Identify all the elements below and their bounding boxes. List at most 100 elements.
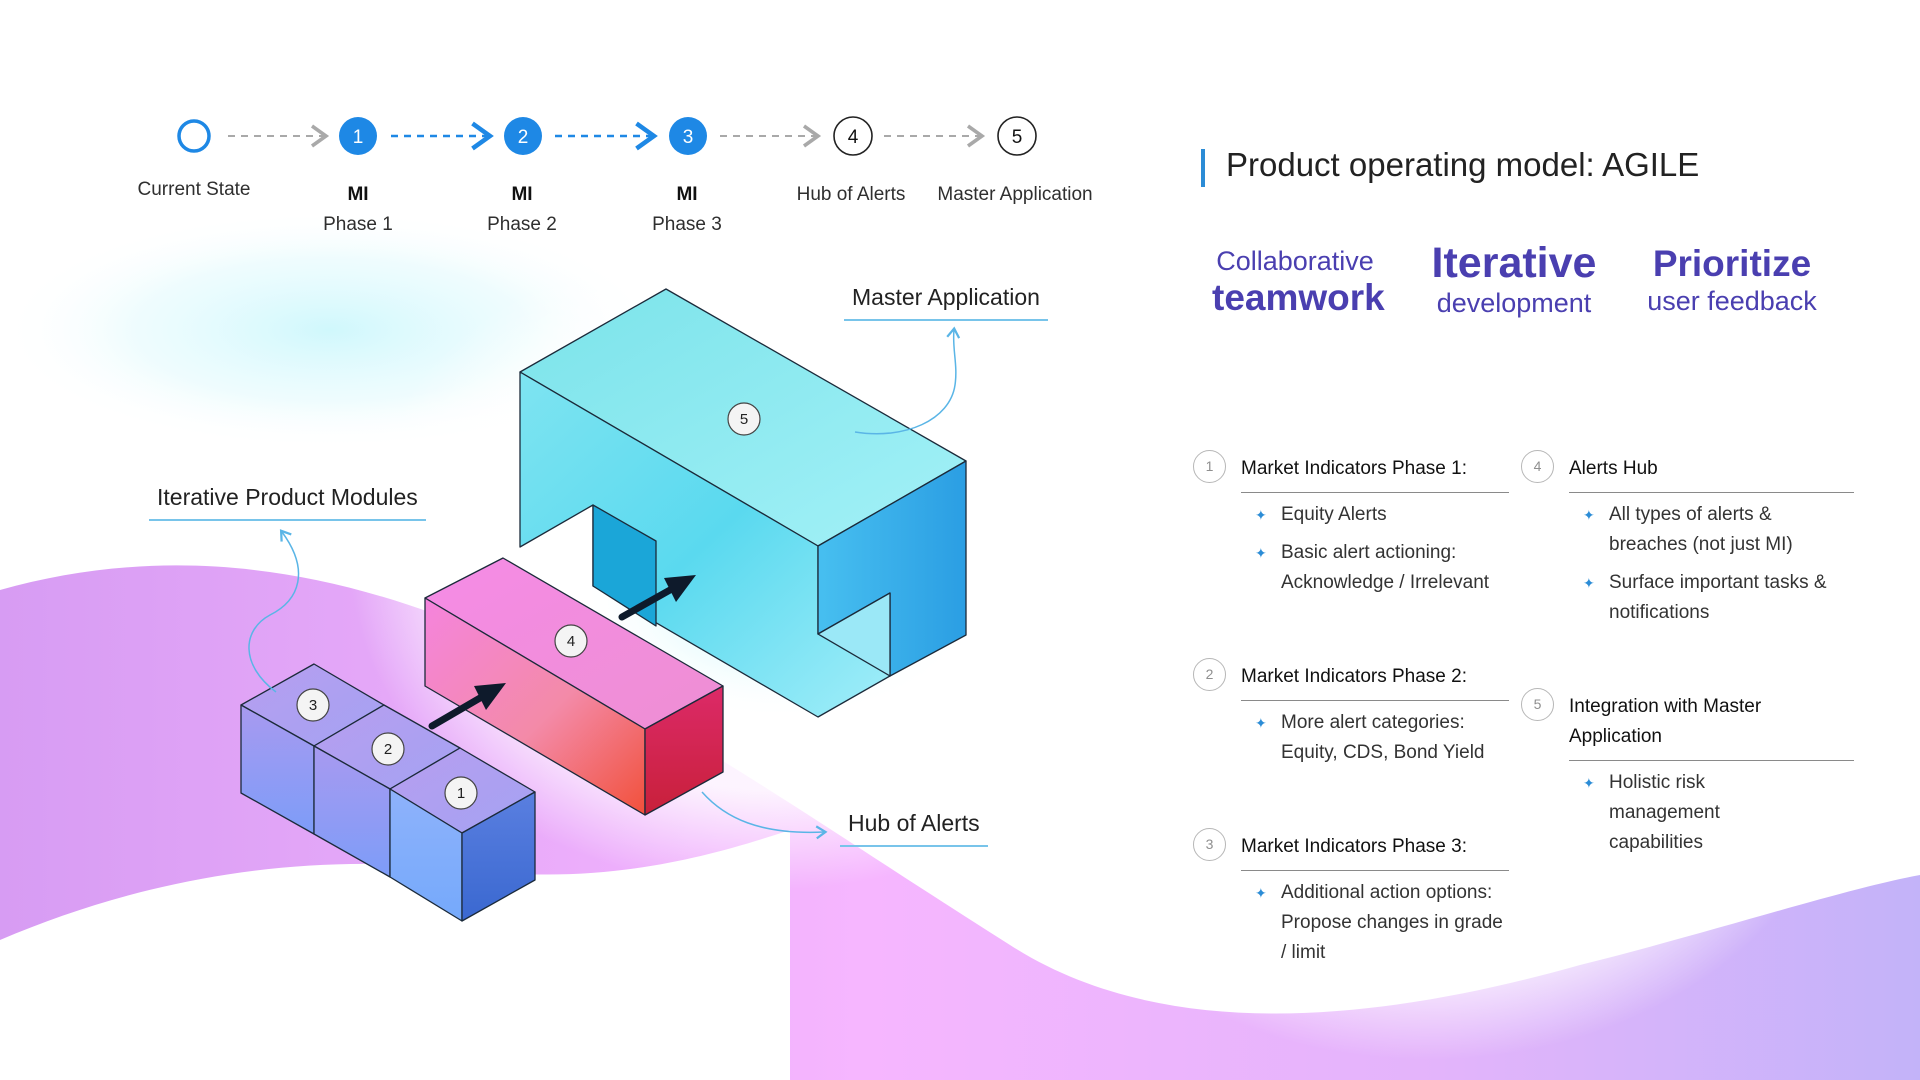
section-number-badge: 4 [1521, 450, 1554, 483]
pillar-iterative-development: Iterative development [1424, 240, 1604, 320]
section-number-badge: 1 [1193, 450, 1226, 483]
pillar-prioritize-user-feedback: Prioritize user feedback [1644, 244, 1820, 318]
step-label-bold: MI [347, 184, 369, 205]
pillar-line1: Prioritize [1652, 243, 1812, 284]
section-market-indicators-phase-2: 2 Market Indicators Phase 2: ✦ More alert… [1193, 658, 1523, 778]
step-badge-number: 1 [353, 127, 364, 148]
step-label-mi-phase-1: MI Phase 1 [268, 180, 448, 240]
step-label-hub-of-alerts: Hub of Alerts [761, 180, 941, 210]
section-number-badge: 2 [1193, 658, 1226, 691]
pillar-line2: development [1436, 288, 1592, 318]
bullet-star-icon: ✦ [1583, 775, 1595, 791]
pillar-line2: user feedback [1647, 286, 1817, 316]
bullet-star-icon: ✦ [1255, 715, 1267, 731]
step-badge-number: 2 [518, 127, 529, 148]
bullet-star-icon: ✦ [1583, 575, 1595, 591]
section-heading: Alerts Hub [1569, 454, 1854, 493]
bullet-text: Additional action options: Propose chang… [1281, 882, 1503, 963]
step-badge-number: 4 [848, 127, 859, 148]
callout-underline [840, 845, 988, 847]
block-badge-number: 3 [309, 697, 317, 714]
block-badge-4: 4 [554, 624, 588, 658]
section-bullets: ✦ Equity Alerts ✦ Basic alert actioning: A… [1255, 500, 1505, 606]
bullet-text: Holistic risk management capabilities [1609, 772, 1720, 853]
bullet-text: All types of alerts & breaches (not just… [1609, 504, 1793, 555]
list-item: ✦ Basic alert actioning: Acknowledge / Ir… [1255, 538, 1505, 598]
section-integration-master-application: 5 Integration with Master Application ✦ H… [1521, 688, 1854, 868]
section-number-badge: 3 [1193, 828, 1226, 861]
list-item: ✦ Additional action options: Propose chan… [1255, 878, 1505, 968]
pillar-collaborative-teamwork: Collaborative teamwork [1212, 244, 1385, 318]
bullet-text: Surface important tasks & notifications [1609, 572, 1827, 623]
section-market-indicators-phase-1: 1 Market Indicators Phase 1: ✦ Equity Ale… [1193, 450, 1523, 610]
section-market-indicators-phase-3: 3 Market Indicators Phase 3: ✦ Additional… [1193, 828, 1523, 978]
step-node-3: 2 [504, 117, 542, 155]
step-circle [177, 119, 211, 153]
pillar-line2: teamwork [1212, 277, 1385, 318]
step-label-text: Phase 1 [323, 214, 393, 235]
step-node-1 [177, 119, 211, 153]
bullet-star-icon: ✦ [1255, 545, 1267, 561]
section-heading: Market Indicators Phase 3: [1241, 832, 1509, 871]
step-label-bold: MI [676, 184, 698, 205]
step-node-5: 4 [833, 116, 873, 156]
step-label-mi-phase-2: MI Phase 2 [432, 180, 612, 240]
callout-master-text: Master Application [852, 284, 1040, 310]
callout-underline [149, 519, 426, 521]
step-label-current-state: Current State [104, 175, 284, 205]
section-alerts-hub: 4 Alerts Hub ✦ All types of alerts & brea… [1521, 450, 1854, 630]
callout-modules-text: Iterative Product Modules [157, 484, 418, 510]
block-badge-1: 1 [444, 776, 478, 810]
section-bullets: ✦ Additional action options: Propose chan… [1255, 878, 1505, 976]
list-item: ✦ All types of alerts & breaches (not jus… [1583, 500, 1833, 560]
bullet-star-icon: ✦ [1255, 885, 1267, 901]
step-label-master-application: Master Application [925, 180, 1105, 210]
pillar-line1: Collaborative [1216, 246, 1374, 276]
block-badge-3: 3 [296, 688, 330, 722]
callout-iterative-product-modules: Iterative Product Modules [149, 484, 426, 521]
step-badge-number: 5 [1012, 127, 1023, 148]
list-item: ✦ Holistic risk management capabilities [1583, 768, 1803, 858]
section-heading: Integration with Master Application [1569, 692, 1854, 761]
section-number-badge: 5 [1521, 688, 1554, 721]
block-badge-number: 5 [740, 411, 748, 428]
block-badge-number: 4 [567, 633, 575, 650]
page-title: Product operating model: AGILE [1226, 146, 1700, 183]
block-badge-number: 2 [384, 741, 392, 758]
section-heading: Market Indicators Phase 1: [1241, 454, 1509, 493]
callout-hub-of-alerts: Hub of Alerts [840, 810, 988, 847]
step-label-bold: MI [511, 184, 533, 205]
step-label-mi-phase-3: MI Phase 3 [597, 180, 777, 240]
bullet-text: Basic alert actioning: Acknowledge / Irr… [1281, 542, 1490, 593]
bullet-text: Equity Alerts [1281, 504, 1387, 525]
list-item: ✦ Surface important tasks & notifications [1583, 568, 1833, 628]
step-node-6: 5 [997, 116, 1037, 156]
callout-master-application: Master Application [844, 284, 1048, 321]
block-badge-2: 2 [371, 732, 405, 766]
block-badge-5: 5 [727, 402, 761, 436]
bullet-star-icon: ✦ [1255, 507, 1267, 523]
section-bullets: ✦ Holistic risk management capabilities [1583, 768, 1803, 866]
bullet-text: More alert categories: Equity, CDS, Bond… [1281, 712, 1485, 763]
step-label-text: Master Application [937, 184, 1093, 205]
step-node-2: 1 [339, 117, 377, 155]
section-bullets: ✦ More alert categories: Equity, CDS, Bon… [1255, 708, 1505, 776]
section-heading: Market Indicators Phase 2: [1241, 662, 1509, 701]
modules-callout-leader [248, 529, 300, 693]
step-label-text: Current State [137, 179, 251, 200]
bullet-star-icon: ✦ [1583, 507, 1595, 523]
callout-hub-text: Hub of Alerts [848, 810, 980, 836]
list-item: ✦ More alert categories: Equity, CDS, Bon… [1255, 708, 1505, 768]
hub-callout-leader [701, 791, 828, 840]
callout-underline [844, 319, 1048, 321]
title-accent-bar [1201, 149, 1205, 187]
section-bullets: ✦ All types of alerts & breaches (not jus… [1583, 500, 1833, 636]
step-label-text: Phase 3 [652, 214, 722, 235]
step-label-text: Phase 2 [487, 214, 557, 235]
pillar-line1: Iterative [1431, 239, 1597, 287]
step-label-text: Hub of Alerts [796, 184, 906, 205]
block-badge-number: 1 [457, 785, 465, 802]
list-item: ✦ Equity Alerts [1255, 500, 1505, 530]
step-node-4: 3 [669, 117, 707, 155]
step-badge-number: 3 [683, 127, 694, 148]
